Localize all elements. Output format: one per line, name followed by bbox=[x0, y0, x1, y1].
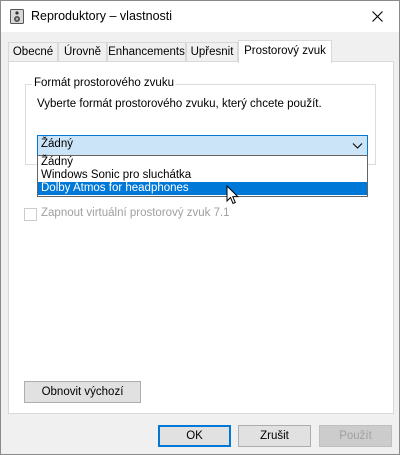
virtual-surround-label: Zapnout virtuální prostorový zvuk 7.1 bbox=[41, 207, 230, 219]
tab-spatial-sound[interactable]: Prostorový zvuk bbox=[238, 40, 332, 63]
mouse-pointer-icon bbox=[226, 185, 240, 205]
apply-button[interactable]: Použít bbox=[319, 425, 392, 447]
tab-enhancements[interactable]: Enhancements bbox=[107, 42, 186, 62]
spatial-format-dropdown: Žádný Windows Sonic pro sluchátka Dolby … bbox=[37, 155, 368, 197]
tab-levels[interactable]: Úrovně bbox=[58, 42, 107, 62]
title-bar[interactable]: Reproduktory – vlastnosti bbox=[1, 1, 399, 32]
group-title: Formát prostorového zvuku bbox=[32, 77, 176, 89]
virtual-surround-checkbox[interactable] bbox=[24, 208, 37, 221]
option-windows-sonic[interactable]: Windows Sonic pro sluchátka bbox=[38, 169, 367, 182]
ok-button[interactable]: OK bbox=[158, 425, 231, 447]
restore-defaults-button[interactable]: Obnovit výchozí bbox=[24, 381, 141, 403]
option-dolby-atmos[interactable]: Dolby Atmos for headphones bbox=[38, 182, 367, 195]
combo-selected-value: Žádný bbox=[41, 138, 73, 150]
spatial-format-combo[interactable]: Žádný bbox=[37, 135, 368, 156]
group-description: Vyberte formát prostorového zvuku, který… bbox=[37, 98, 322, 110]
speaker-icon bbox=[10, 9, 24, 24]
tab-general[interactable]: Obecné bbox=[8, 42, 58, 62]
cancel-button[interactable]: Zrušit bbox=[238, 425, 311, 447]
close-button[interactable] bbox=[355, 1, 399, 32]
properties-window: Reproduktory – vlastnosti Obecné Úrovně … bbox=[0, 0, 400, 455]
tab-panel: Formát prostorového zvuku Vyberte formát… bbox=[8, 61, 394, 414]
window-title: Reproduktory – vlastnosti bbox=[31, 9, 173, 23]
close-icon bbox=[371, 11, 383, 22]
chevron-down-icon bbox=[352, 143, 363, 149]
tab-strip: Obecné Úrovně Enhancements Upřesnit Pros… bbox=[8, 40, 394, 63]
tab-advanced[interactable]: Upřesnit bbox=[186, 42, 238, 62]
option-none[interactable]: Žádný bbox=[38, 156, 367, 169]
